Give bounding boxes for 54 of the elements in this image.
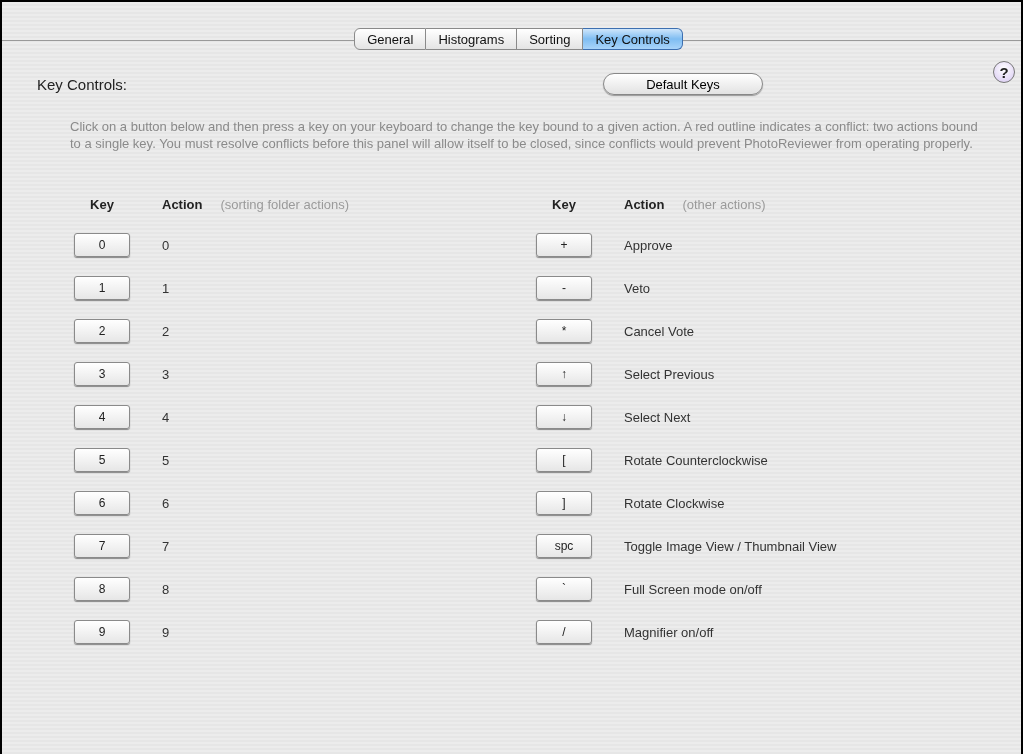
section-title: Key Controls: [37, 75, 129, 93]
tab[interactable]: General [354, 28, 427, 50]
action-label: Approve [624, 237, 673, 253]
key-button[interactable]: + [536, 233, 592, 257]
key-button[interactable]: ↓ [536, 405, 592, 429]
key-button[interactable]: 2 [74, 319, 130, 343]
action-label: Magnifier on/off [624, 624, 714, 640]
key-button[interactable]: ↑ [536, 362, 592, 386]
action-label: Full Screen mode on/off [624, 581, 762, 597]
default-keys-button[interactable]: Default Keys [603, 73, 763, 95]
key-button[interactable]: 0 [74, 233, 130, 257]
key-header: Key [89, 196, 115, 212]
tab[interactable]: Key Controls [583, 28, 683, 50]
description-text: Click on a button below and then press a key on your keyboard to change the key bound to a given action. A red outline indicates a conflict: two actions bound to a single key. You must resolve conflicts before this panel will allow itself to be closed, since conflicts would prevent PhotoReviewer from operating properly. [70, 118, 979, 152]
tab[interactable]: Histograms [426, 28, 518, 50]
key-button[interactable]: 5 [74, 448, 130, 472]
action-label: 6 [162, 495, 170, 511]
key-button[interactable]: [ [536, 448, 592, 472]
action-label: 2 [162, 323, 170, 339]
key-button[interactable]: ` [536, 577, 592, 601]
action-label: 5 [162, 452, 170, 468]
key-header: Key [551, 196, 577, 212]
action-label: 0 [162, 237, 170, 253]
key-button[interactable]: spc [536, 534, 592, 558]
key-button[interactable]: 1 [74, 276, 130, 300]
key-button[interactable]: 9 [74, 620, 130, 644]
key-button[interactable]: 8 [74, 577, 130, 601]
action-label: Rotate Counterclockwise [624, 452, 768, 468]
action-label: 7 [162, 538, 170, 554]
key-button[interactable]: / [536, 620, 592, 644]
action-header: Action [162, 196, 203, 212]
action-label: Select Next [624, 409, 691, 425]
action-label: 1 [162, 280, 170, 296]
key-button[interactable]: 7 [74, 534, 130, 558]
action-label: Toggle Image View / Thumbnail View [624, 538, 837, 554]
action-label: Rotate Clockwise [624, 495, 725, 511]
key-button[interactable]: ] [536, 491, 592, 515]
action-label: 3 [162, 366, 170, 382]
action-label: 4 [162, 409, 170, 425]
key-button[interactable]: * [536, 319, 592, 343]
action-label: Cancel Vote [624, 323, 695, 339]
key-button[interactable]: 4 [74, 405, 130, 429]
action-label: 8 [162, 581, 170, 597]
key-button[interactable]: 6 [74, 491, 130, 515]
action-label: Select Previous [624, 366, 715, 382]
action-label: 9 [162, 624, 170, 640]
action-header: Action [624, 196, 665, 212]
tab[interactable]: Sorting [517, 28, 584, 50]
key-button[interactable]: - [536, 276, 592, 300]
help-button[interactable]: ? [993, 61, 1015, 83]
key-button[interactable]: 3 [74, 362, 130, 386]
column-note: (sorting folder actions) [220, 196, 350, 212]
action-label: Veto [624, 280, 651, 296]
column-note: (other actions) [682, 196, 766, 212]
